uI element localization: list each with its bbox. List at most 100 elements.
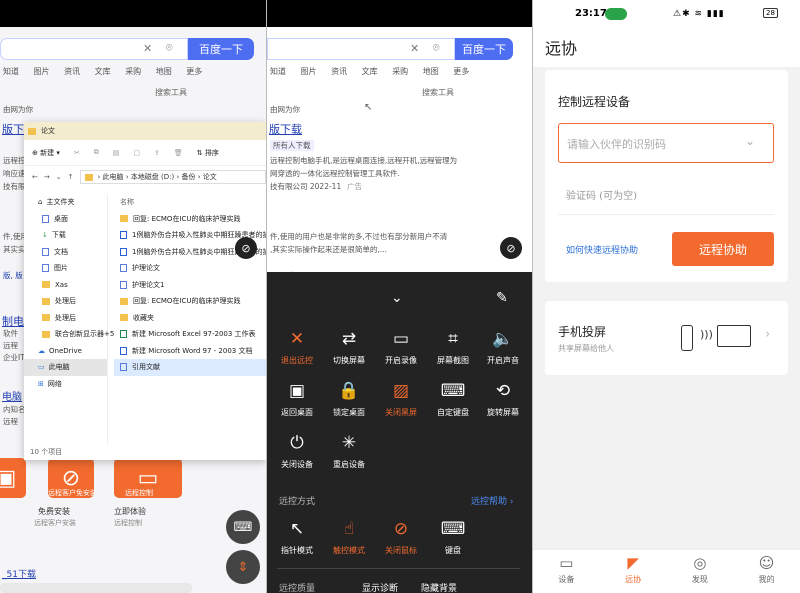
tab-map[interactable]: 地图 [156,67,172,76]
nav-item[interactable]: ▭ 此电脑 [24,359,107,376]
tab-zhidao[interactable]: 知道 [270,67,286,76]
camera-icon[interactable]: ⌾ [433,41,440,55]
back-desktop-button[interactable]: ▣ 返回桌面 [267,380,327,418]
blackscreen-button[interactable]: ▨ 关闭黑屏 [371,380,431,418]
file-row[interactable]: 回复: ECMO在ICU的临床护理实践 [114,211,266,228]
forward-icon[interactable]: → [44,173,50,181]
tab-map[interactable]: 地图 [423,67,439,76]
cut-icon[interactable]: ✂ [74,149,80,157]
screen-cast-card[interactable]: 手机投屏 共享屏幕给他人 ))) › [545,301,788,375]
collapse-chevron-icon[interactable]: ⌄ [391,290,403,306]
back-icon[interactable]: ← [32,173,38,181]
nav-item[interactable]: 文档 [24,244,107,261]
nav-item[interactable]: 桌面 [24,211,107,228]
new-button[interactable]: ⊕ 新建 ▾ [32,148,60,158]
tab-wenku[interactable]: 文库 [95,67,111,76]
nav-item[interactable]: ⊞ 网络 [24,376,107,393]
edit-icon[interactable]: ✎ [496,290,508,306]
pointer-mode-button[interactable]: ↖ 指针模式 [267,518,327,556]
nav-tab-discover[interactable]: ◎ 发现 [667,550,734,593]
delete-icon[interactable]: 🗑 [174,149,183,157]
keyboard-mode-button[interactable]: ⌨ 键盘 [423,518,483,556]
search-input[interactable]: ✕ ⌾ [0,38,188,60]
file-row[interactable]: 回复: ECMO在ICU的临床护理实践 [114,293,266,310]
menu-fab[interactable]: ⇕ [226,550,260,584]
file-row[interactable]: 新建 Microsoft Word 97 - 2003 文档 [114,343,266,360]
rotate-screen-button[interactable]: ⟲ 旋转屏幕 [473,380,532,418]
remote-help-link[interactable]: 远控帮助 › [471,494,513,507]
quality-label[interactable]: 远控质量 [279,581,315,593]
tab-more[interactable]: 更多 [186,67,202,76]
switch-screen-button[interactable]: ⇄ 切换屏幕 [319,328,379,366]
exit-remote-button[interactable]: ✕ 退出远控 [267,328,327,366]
camera-icon[interactable]: ⌾ [166,41,173,55]
touch-mode-button[interactable]: ☝ 触控模式 [319,518,379,556]
share-icon[interactable]: ⇪ [154,149,160,157]
nav-item[interactable]: ⌂ 主文件夹 [24,194,107,211]
tab-purchase[interactable]: 采购 [392,67,408,76]
nav-item[interactable]: Xas [24,277,107,294]
nav-item[interactable]: 联合创新显示器+5 [24,326,114,343]
nav-tab-device[interactable]: ▭ 设备 [533,550,600,593]
file-row[interactable]: 护理论文 [114,260,266,277]
tab-images[interactable]: 图片 [34,67,50,76]
mouse-toggle-icon[interactable]: ⊘ [500,237,522,259]
clear-icon[interactable]: ✕ [410,42,419,55]
nav-item[interactable]: ☁ OneDrive [24,343,107,360]
result-title[interactable]: 制电 [2,313,24,329]
column-header-name[interactable]: 名称 [114,194,266,211]
search-button[interactable]: 百度一下 [455,38,513,60]
nav-tab-mine[interactable]: ☺ 我的 [733,550,800,593]
howto-link[interactable]: 如何快速远程协助 [566,243,638,256]
breadcrumb-item[interactable]: 本地磁盘 (D:) [131,172,174,182]
clear-icon[interactable]: ✕ [143,42,152,55]
verify-code-input[interactable]: 验证码 (可为空) [558,175,774,215]
sort-button[interactable]: ⇅ 排序 [197,148,219,158]
partner-id-input[interactable]: 请输入伙伴的识别码 ⌄ [558,123,774,163]
close-mouse-button[interactable]: ⊘ 关闭鼠标 [371,518,431,556]
app-tile[interactable]: ▣ [0,458,26,498]
tab-images[interactable]: 图片 [301,67,317,76]
show-diagnostics-button[interactable]: 显示诊断 [362,581,398,593]
tab-wenku[interactable]: 文库 [362,67,378,76]
tab-purchase[interactable]: 采购 [125,67,141,76]
copy-icon[interactable]: ⧉ [94,148,99,157]
breadcrumb-item[interactable]: 备份 [181,172,195,182]
mouse-toggle-icon[interactable]: ⊘ [235,237,257,259]
hide-background-button[interactable]: 隐藏背景 [421,581,457,593]
remote-assist-button[interactable]: 远程协助 [672,232,774,266]
breadcrumb-item[interactable]: 论文 [203,172,217,182]
file-row[interactable]: 引用文献 [114,359,266,376]
nav-item[interactable]: 处理后 [24,310,107,327]
restart-button[interactable]: ✳ 重启设备 [319,432,379,470]
sound-button[interactable]: 🔈 开启声音 [473,328,532,366]
tab-news[interactable]: 资讯 [64,67,80,76]
tab-zhidao[interactable]: 知道 [3,67,19,76]
tab-more[interactable]: 更多 [453,67,469,76]
file-row[interactable]: 护理论文1 [114,277,266,294]
record-button[interactable]: ▭ 开启录像 [371,328,431,366]
address-bar[interactable]: › 此电脑 › 本地磁盘 (D:) › 备份 › 论文 [79,170,266,184]
up-icon[interactable]: ↑ [68,173,74,181]
nav-tab-remote[interactable]: ◤ 远协 [600,550,667,593]
search-input[interactable]: ✕ ⌾ [267,38,455,60]
search-tools[interactable]: 搜索工具 [422,87,454,98]
tab-news[interactable]: 资讯 [331,67,347,76]
file-row[interactable]: 收藏夹 [114,310,266,327]
rename-icon[interactable]: ▢ [133,149,140,157]
search-button[interactable]: 百度一下 [188,38,254,60]
nav-item[interactable]: ↓ 下载 [24,227,107,244]
result-title[interactable]: 版下载 [269,121,302,137]
chevron-down-icon[interactable]: ⌄ [56,173,62,181]
lock-desktop-button[interactable]: 🔒 锁定桌面 [319,380,379,418]
bottom-link[interactable]: _51下载 [2,567,36,580]
result-title[interactable]: 电脑 [2,388,22,403]
breadcrumb-item[interactable]: 此电脑 [103,172,124,182]
nav-item[interactable]: 处理后 [24,293,107,310]
search-tools[interactable]: 搜索工具 [155,87,187,98]
nav-item[interactable]: 图片 [24,260,107,277]
shutdown-button[interactable]: ⏻ 关闭设备 [267,432,327,470]
paste-icon[interactable]: ▤ [113,149,120,157]
result-title[interactable]: 版下 [2,121,24,137]
chevron-down-icon[interactable]: ⌄ [745,134,755,148]
